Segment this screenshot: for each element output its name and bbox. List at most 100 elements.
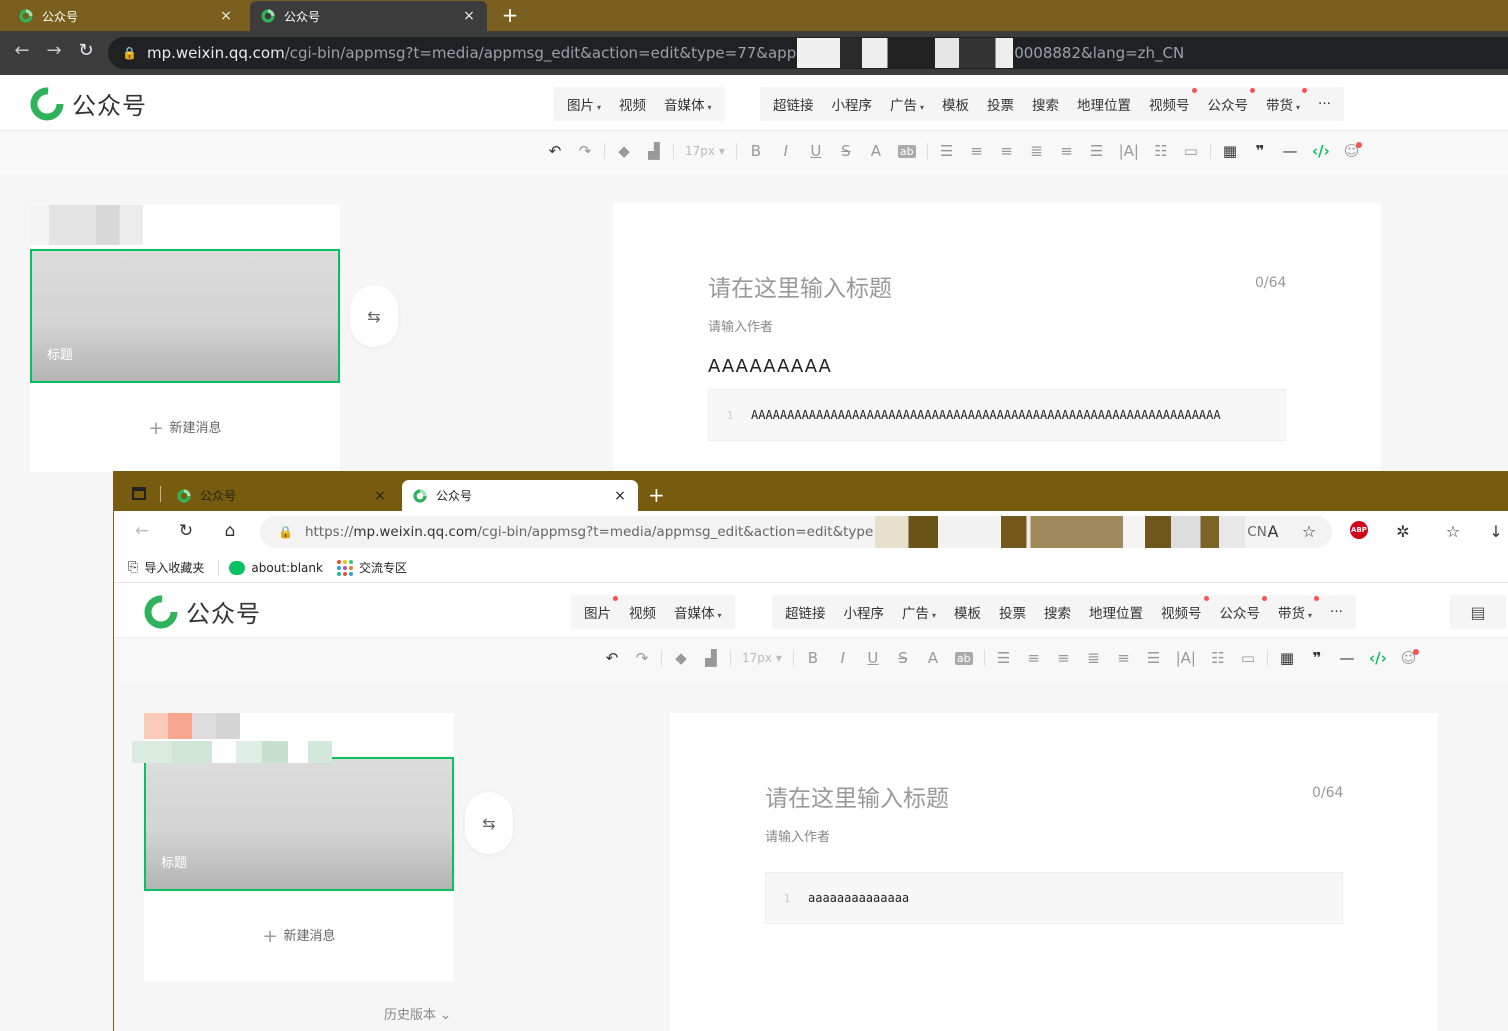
strikethrough-icon[interactable]: S	[838, 142, 854, 160]
code-block[interactable]: 1 aaaaaaaaaaaaaa	[765, 872, 1343, 924]
tab-2-close-icon[interactable]: ×	[461, 8, 477, 24]
strikethrough-icon[interactable]: S	[895, 649, 911, 667]
article-cover-card[interactable]: 标题	[144, 757, 454, 891]
menu-audio[interactable]: 音媒体 ▾	[655, 94, 721, 114]
font-color-icon[interactable]: A	[868, 142, 884, 160]
blockquote-box-icon[interactable]: ▭	[1183, 142, 1199, 160]
code-block[interactable]: 1 AAAAAAAAAAAAAAAAAAAAAAAAAAAAAAAAAAAAAA…	[708, 389, 1286, 441]
new-message-button[interactable]: + 新建消息	[144, 925, 454, 947]
menu-audio[interactable]: 音媒体 ▾	[665, 602, 731, 622]
menu-image[interactable]: 图片 ▾	[558, 94, 610, 114]
favorites-icon[interactable]: ☆	[1442, 522, 1464, 541]
menu-vote[interactable]: 投票	[978, 94, 1023, 114]
underline-icon[interactable]: U	[865, 649, 881, 667]
menu-location[interactable]: 地理位置	[1068, 94, 1140, 114]
menu-more-icon[interactable]: ···	[1321, 604, 1352, 620]
url-field[interactable]: 🔒 mp.weixin.qq.com /cgi-bin/appmsg?t=med…	[108, 37, 1508, 69]
swap-icon[interactable]: ⇆	[350, 285, 398, 347]
bold-icon[interactable]: B	[805, 649, 821, 667]
table-icon[interactable]: ▦	[1279, 649, 1295, 667]
font-size-select[interactable]: 17px ▾	[742, 651, 782, 665]
paragraph-spacing-icon[interactable]: ≡	[1116, 649, 1132, 667]
indent-icon[interactable]: ☰	[1146, 649, 1162, 667]
table-icon[interactable]: ▦	[1222, 142, 1238, 160]
extensions-icon[interactable]: ✲	[1392, 522, 1414, 541]
menu-image[interactable]: 图片	[575, 596, 620, 622]
menu-video[interactable]: 视频	[610, 94, 655, 114]
side-panel-icon[interactable]: ▤	[1450, 595, 1506, 629]
menu-hyperlink[interactable]: 超链接	[776, 602, 835, 622]
reload-icon[interactable]: ↻	[74, 40, 98, 61]
letter-spacing-icon[interactable]: |A|	[1119, 142, 1139, 160]
tab-1-close-icon[interactable]: ×	[218, 8, 234, 24]
menu-channels[interactable]: 视频号	[1140, 88, 1199, 114]
back-arrow-icon[interactable]: ←	[10, 40, 34, 61]
body-heading-text[interactable]: AAAAAAAAA	[708, 356, 832, 377]
menu-template[interactable]: 模板	[933, 94, 978, 114]
italic-icon[interactable]: I	[778, 142, 794, 160]
add-favorite-icon[interactable]: ☆	[1298, 522, 1320, 541]
clear-format-icon[interactable]: ◆	[673, 649, 689, 667]
favorite-exchange[interactable]: 交流专区	[336, 559, 407, 576]
bold-icon[interactable]: B	[748, 142, 764, 160]
redo-icon[interactable]: ↷	[634, 649, 650, 667]
list-icon[interactable]: ☷	[1153, 142, 1169, 160]
format-painter-icon[interactable]: ▟	[703, 649, 719, 667]
menu-search[interactable]: 搜索	[1023, 94, 1068, 114]
menu-more-icon[interactable]: ···	[1309, 96, 1340, 112]
blockquote-box-icon[interactable]: ▭	[1240, 649, 1256, 667]
emoji-icon[interactable]: ☺	[1344, 142, 1363, 160]
font-size-select[interactable]: 17px ▾	[685, 144, 725, 158]
align-left-icon[interactable]: ≡	[969, 142, 985, 160]
author-input[interactable]: 请输入作者	[765, 826, 830, 845]
tab-1[interactable]: 公众号 ×	[8, 1, 244, 31]
favorite-import[interactable]: ⎘ 导入收藏夹	[128, 559, 204, 576]
menu-search[interactable]: 搜索	[1035, 602, 1080, 622]
downloads-icon[interactable]: ↓	[1485, 522, 1507, 541]
background-color-icon[interactable]: ab	[954, 651, 973, 665]
menu-official-account[interactable]: 公众号	[1199, 88, 1258, 114]
background-color-icon[interactable]: ab	[897, 144, 916, 158]
font-color-icon[interactable]: A	[925, 649, 941, 667]
new-tab-button[interactable]: +	[648, 483, 665, 507]
menu-miniprogram[interactable]: 小程序	[823, 94, 882, 114]
menu-ad[interactable]: 广告 ▾	[881, 94, 933, 114]
menu-miniprogram[interactable]: 小程序	[835, 602, 894, 622]
reload-icon[interactable]: ↻	[174, 521, 198, 541]
url-field[interactable]: 🔒 https:// mp.weixin.qq.com /cgi-bin/app…	[260, 516, 1332, 548]
forward-arrow-icon[interactable]: →	[42, 40, 66, 61]
mp-logo[interactable]: 公众号	[144, 594, 261, 629]
menu-channels[interactable]: 视频号	[1152, 596, 1211, 622]
article-cover-card[interactable]: 标题	[30, 249, 340, 383]
title-input[interactable]: 请在这里输入标题	[708, 269, 892, 303]
list-icon[interactable]: ☷	[1210, 649, 1226, 667]
tab-2-active[interactable]: 公众号 ×	[250, 1, 487, 31]
mp-logo[interactable]: 公众号	[30, 86, 147, 121]
favorite-about-blank[interactable]: about:blank	[229, 560, 323, 575]
divider-icon[interactable]: —	[1339, 649, 1355, 667]
tab-actions-icon[interactable]	[132, 487, 146, 500]
menu-vote[interactable]: 投票	[990, 602, 1035, 622]
menu-template[interactable]: 模板	[945, 602, 990, 622]
tab-2-active[interactable]: 公众号 ×	[402, 480, 638, 511]
code-icon[interactable]: ‹/›	[1312, 142, 1330, 160]
align-indent-icon[interactable]: ☰	[939, 142, 955, 160]
menu-ad[interactable]: 广告 ▾	[893, 602, 945, 622]
letter-spacing-icon[interactable]: |A|	[1176, 649, 1196, 667]
author-input[interactable]: 请输入作者	[708, 316, 773, 335]
line-height-icon[interactable]: ≣	[1086, 649, 1102, 667]
back-arrow-icon[interactable]: ←	[130, 521, 154, 541]
tab-1[interactable]: 公众号 ×	[166, 480, 398, 511]
align-center-icon[interactable]: ≡	[999, 142, 1015, 160]
adblock-icon[interactable]: ABP	[1350, 521, 1368, 539]
line-height-icon[interactable]: ≣	[1029, 142, 1045, 160]
read-aloud-icon[interactable]: A	[1262, 522, 1284, 541]
divider-icon[interactable]: —	[1282, 142, 1298, 160]
quote-icon[interactable]: ❞	[1252, 142, 1268, 160]
code-icon[interactable]: ‹/›	[1369, 649, 1387, 667]
undo-icon[interactable]: ↶	[547, 142, 563, 160]
history-version-link[interactable]: 历史版本 ⌄	[384, 1004, 451, 1023]
align-indent-icon[interactable]: ☰	[996, 649, 1012, 667]
menu-hyperlink[interactable]: 超链接	[764, 94, 823, 114]
undo-icon[interactable]: ↶	[604, 649, 620, 667]
